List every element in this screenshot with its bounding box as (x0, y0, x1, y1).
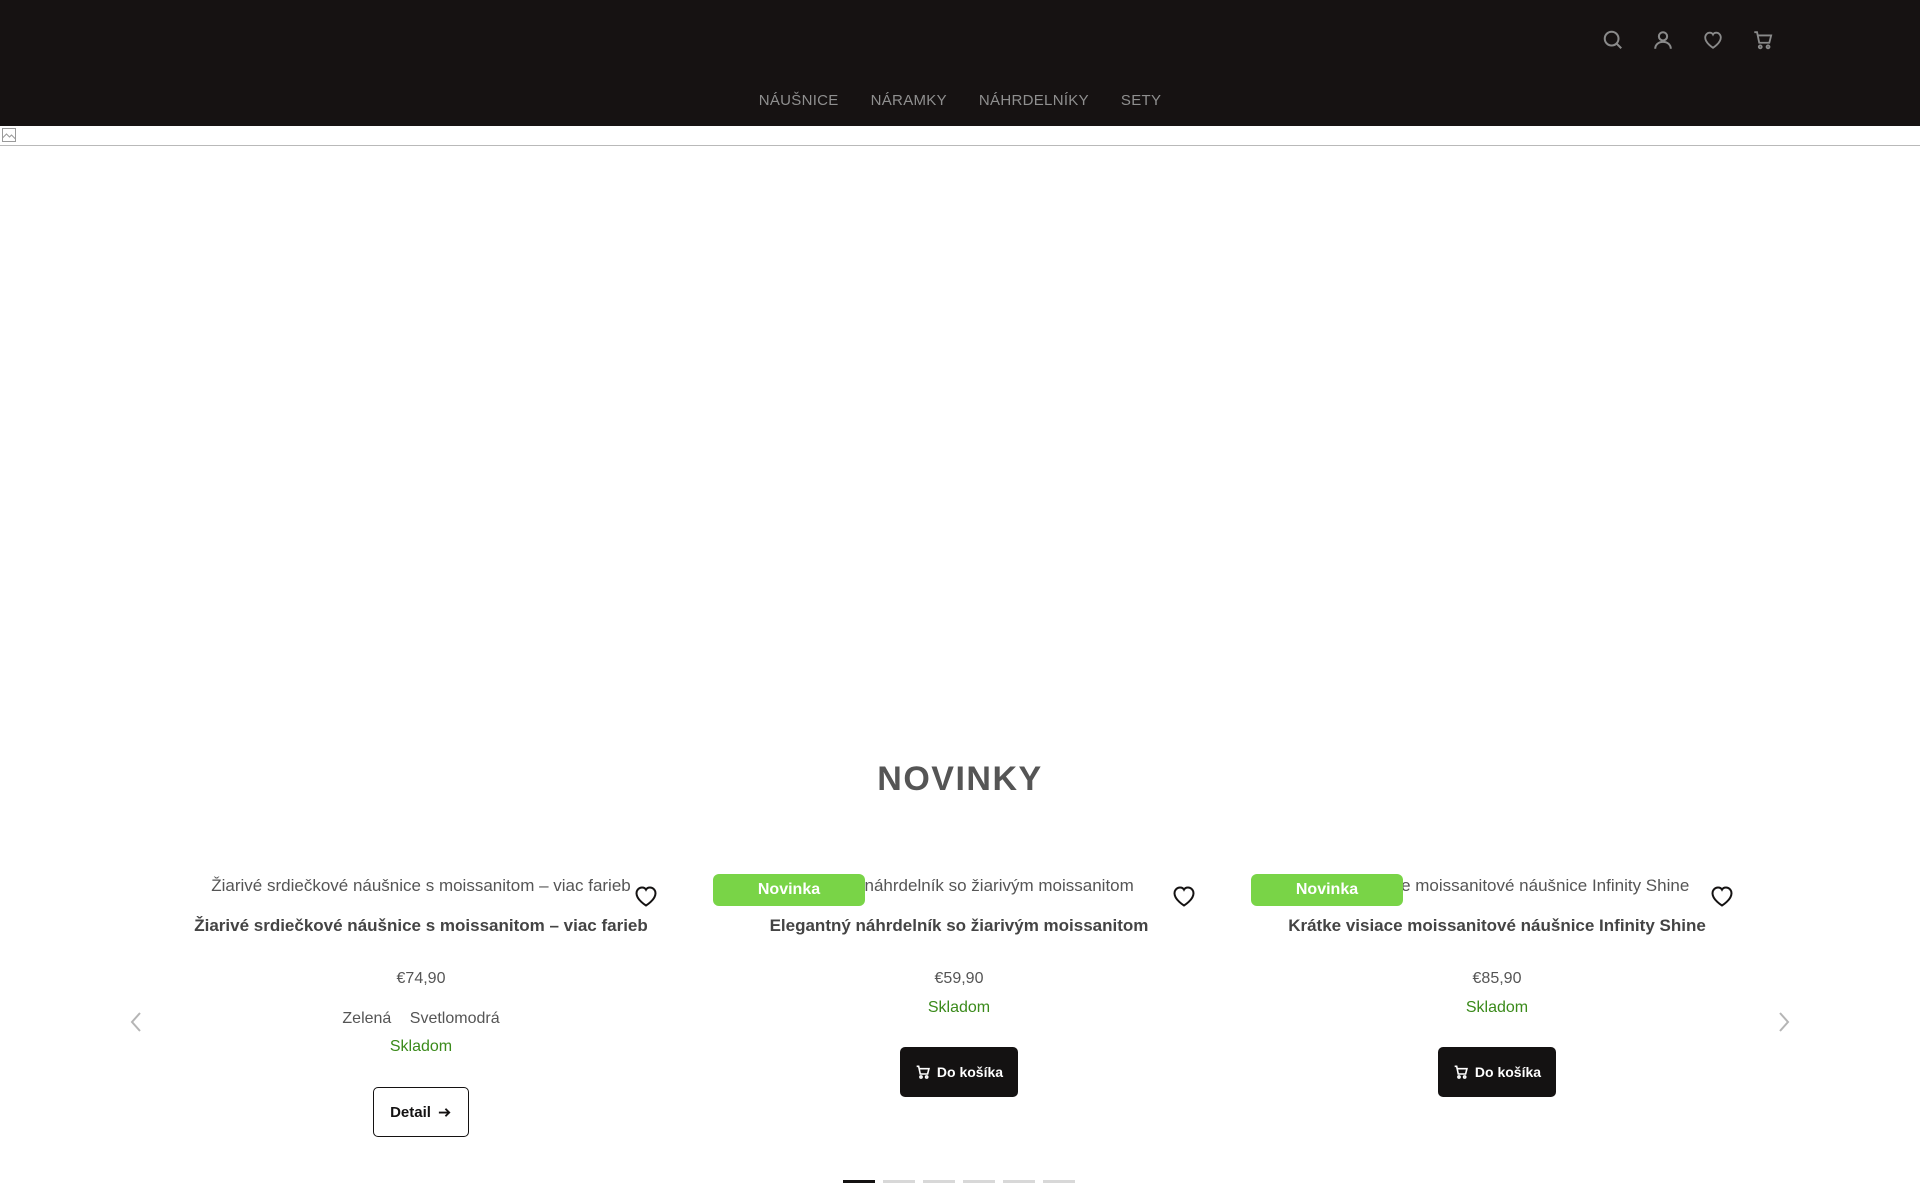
carousel-dot[interactable] (923, 1180, 955, 1183)
broken-image-icon (2, 128, 16, 142)
cart-icon (1454, 1065, 1468, 1079)
cart-icon[interactable] (1738, 26, 1788, 54)
product-card[interactable]: Žiarivé srdiečkové náušnice s moissanito… (171, 870, 671, 1170)
variant-label[interactable]: Svetlomodrá (410, 1010, 500, 1027)
add-to-cart-button[interactable]: Do košíka (900, 1047, 1018, 1097)
wishlist-button[interactable] (1171, 884, 1197, 908)
user-icon[interactable] (1638, 26, 1688, 54)
new-badge: Novinka (713, 874, 865, 906)
product-price: €74,90 (396, 970, 446, 987)
product-card[interactable]: Elegantný náhrdelník so žiarivým moissan… (709, 870, 1209, 1170)
stock-status: Skladom (389, 1038, 453, 1055)
product-price: €85,90 (1472, 970, 1522, 987)
header-icons (1588, 26, 1788, 54)
chevron-left-icon (130, 1012, 141, 1032)
stock-status: Skladom (927, 999, 991, 1016)
product-title[interactable]: Žiarivé srdiečkové náušnice s moissanito… (171, 916, 671, 936)
cart-icon (916, 1065, 930, 1079)
button-label: Detail (390, 1103, 431, 1121)
product-variants: Zelená Svetlomodrá (171, 1010, 671, 1028)
add-to-cart-button[interactable]: Do košíka (1438, 1047, 1556, 1097)
nav-item-nahrdelniky[interactable]: NÁHRDELNÍKY (963, 92, 1105, 109)
search-icon[interactable] (1588, 26, 1638, 54)
heart-icon[interactable] (1688, 26, 1738, 54)
heart-icon (635, 886, 657, 907)
product-price: €59,90 (934, 970, 984, 987)
chevron-right-icon (1779, 1012, 1790, 1032)
carousel-prev-button[interactable] (124, 1010, 148, 1034)
button-label: Do košíka (936, 1064, 1004, 1080)
heart-icon (1711, 886, 1733, 907)
nav-item-nausnice[interactable]: NÁUŠNICE (743, 92, 855, 109)
button-label: Do košíka (1474, 1064, 1542, 1080)
carousel-pagination (843, 1180, 1075, 1183)
section-title: NOVINKY (877, 760, 1043, 798)
carousel-dot[interactable] (843, 1180, 875, 1183)
stock-status: Skladom (1465, 999, 1529, 1016)
nav-item-sety[interactable]: SETY (1105, 92, 1177, 109)
arrow-right-icon (438, 1107, 451, 1117)
product-card[interactable]: Krátke visiace moissanitové náušnice Inf… (1247, 870, 1747, 1170)
product-title[interactable]: Elegantný náhrdelník so žiarivým moissan… (709, 916, 1209, 936)
new-badge: Novinka (1251, 874, 1403, 906)
wishlist-button[interactable] (1709, 884, 1735, 908)
carousel-dot[interactable] (1043, 1180, 1075, 1183)
carousel-dot[interactable] (963, 1180, 995, 1183)
main-nav: NÁUŠNICE NÁRAMKY NÁHRDELNÍKY SETY (0, 92, 1920, 109)
product-title[interactable]: Krátke visiace moissanitové náušnice Inf… (1247, 916, 1747, 936)
carousel-next-button[interactable] (1772, 1010, 1796, 1034)
carousel-dot[interactable] (1003, 1180, 1035, 1183)
product-image[interactable]: Žiarivé srdiečkové náušnice s moissanito… (171, 876, 671, 896)
heart-icon (1173, 886, 1195, 907)
detail-button[interactable]: Detail (373, 1087, 469, 1137)
wishlist-button[interactable] (633, 884, 659, 908)
variant-label[interactable]: Zelená (342, 1010, 391, 1027)
hero-banner[interactable] (0, 126, 1920, 146)
nav-item-naramky[interactable]: NÁRAMKY (855, 92, 963, 109)
site-header: NÁUŠNICE NÁRAMKY NÁHRDELNÍKY SETY (0, 0, 1920, 126)
carousel-dot[interactable] (883, 1180, 915, 1183)
